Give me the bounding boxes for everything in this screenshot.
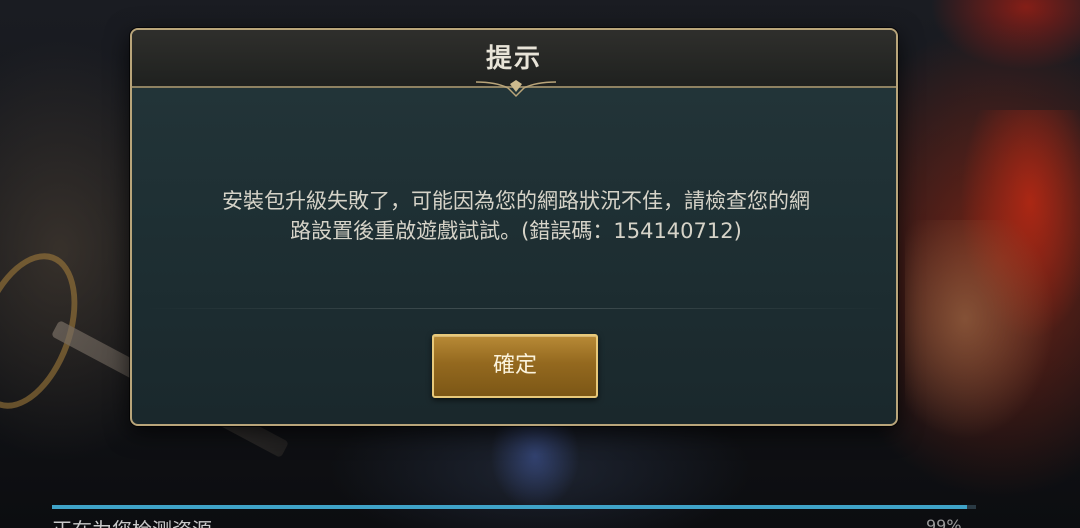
dialog-message-line-1: 安裝包升級失敗了，可能因為您的網路狀況不佳，請檢查您的網 <box>222 189 810 213</box>
error-dialog: 提示 安裝包升級失敗了，可能因為您的網路狀況不佳，請檢查您的網 路設置後重啟遊戲… <box>130 28 898 426</box>
background-rope <box>0 239 97 423</box>
dialog-title: 提示 <box>485 44 542 74</box>
download-progress-fill <box>52 505 967 509</box>
dialog-divider <box>146 308 886 309</box>
background-knight-armor <box>905 220 1055 440</box>
dialog-message: 安裝包升級失敗了，可能因為您的網路狀況不佳，請檢查您的網 路設置後重啟遊戲試試。… <box>142 186 890 246</box>
download-progress-bar <box>52 505 976 509</box>
loader-status-text: 正在为您检测资源 <box>52 514 212 528</box>
loader-percent: 99% <box>926 516 962 528</box>
background-hero-center <box>490 420 580 510</box>
background-hero-top-right <box>930 0 1080 70</box>
confirm-button[interactable]: 確定 <box>432 334 598 398</box>
dialog-message-line-2: 路設置後重啟遊戲試試。(錯誤碼：154140712) <box>290 219 742 243</box>
game-background: 提示 安裝包升級失敗了，可能因為您的網路狀況不佳，請檢查您的網 路設置後重啟遊戲… <box>0 0 1080 528</box>
header-ornament-icon <box>476 80 556 98</box>
